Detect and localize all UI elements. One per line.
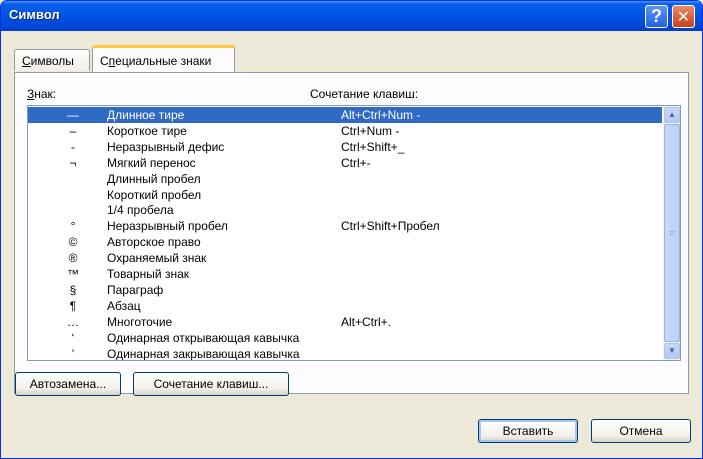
list-item[interactable]: ‘ Одинарная открывающая кавычка <box>28 330 662 346</box>
list-item[interactable]: © Авторское право <box>28 234 662 250</box>
list-item[interactable]: § Параграф <box>28 282 662 298</box>
special-characters-panel: Знак: Сочетание клавиш: — Длинное тире Alt… <box>14 72 689 394</box>
item-symbol: § <box>69 282 77 297</box>
list-item[interactable]: 1/4 пробела <box>28 202 662 218</box>
list-item[interactable]: ® Охраняемый знак <box>28 250 662 266</box>
list-item[interactable]: – Короткое тире Ctrl+Num - <box>28 123 662 139</box>
item-name: Короткий пробел <box>107 187 202 202</box>
item-shortcut: Alt+Ctrl+. <box>341 314 392 329</box>
item-shortcut: Alt+Ctrl+Num - <box>341 108 421 122</box>
item-symbol: © <box>68 235 78 250</box>
dialog-client: Символы Специальные знаки Знак: Сочетани… <box>4 31 699 457</box>
tab-symbols-accel: С <box>22 54 31 68</box>
item-name: Неразрывный дефис <box>107 139 225 154</box>
list-item[interactable]: - Неразрывный дефис Ctrl+Shift+_ <box>28 139 662 155</box>
item-name: Неразрывный пробел <box>107 219 228 234</box>
scroll-down-button[interactable]: ▼ <box>664 343 680 359</box>
item-symbol: - <box>71 139 75 154</box>
item-symbol: ’ <box>71 346 75 361</box>
insert-button[interactable]: Вставить <box>478 419 578 443</box>
item-shortcut: Ctrl+Shift+Пробел <box>341 219 440 234</box>
tab-special-characters[interactable]: Специальные знаки <box>92 45 235 72</box>
vertical-scrollbar[interactable]: ▲ ≡ ▼ <box>663 106 680 360</box>
close-icon: ✕ <box>676 8 691 26</box>
item-shortcut: Ctrl+- <box>341 155 371 170</box>
list-item[interactable]: Короткий пробел <box>28 187 662 203</box>
item-name: Абзац <box>107 298 141 313</box>
special-characters-list[interactable]: — Длинное тире Alt+Ctrl+Num - – Короткое тир… <box>27 105 681 361</box>
list-item[interactable]: ™ Товарный знак <box>28 266 662 282</box>
item-symbol: ¶ <box>69 298 77 313</box>
list-item[interactable]: — Длинное тире Alt+Ctrl+Num - <box>28 107 662 123</box>
shortcut-column-label: Сочетание клавиш: <box>310 87 419 101</box>
list-item[interactable]: Длинный пробел <box>28 171 662 187</box>
window-title: Символ <box>9 7 60 22</box>
scroll-thumb[interactable]: ≡ <box>664 124 680 342</box>
list-item[interactable]: ° Неразрывный пробел Ctrl+Shift+Пробел <box>28 218 662 234</box>
item-name: Товарный знак <box>107 267 189 281</box>
item-name: Мягкий перенос <box>107 155 196 170</box>
item-name: Одинарная закрывающая кавычка <box>107 346 300 361</box>
symbol-dialog: Символ ? ✕ Символы Специальные знаки Зна… <box>0 0 703 459</box>
list-item[interactable]: ¬ Мягкий перенос Ctrl+- <box>28 155 662 171</box>
item-symbol: … <box>67 314 79 329</box>
list-item[interactable]: ’ Одинарная закрывающая кавычка <box>28 346 662 361</box>
item-name: 1/4 пробела <box>107 203 174 218</box>
sign-column-label: Знак: <box>27 87 56 101</box>
tab-symbols-label: имволы <box>30 54 74 68</box>
item-shortcut: Ctrl+Num - <box>341 123 400 138</box>
item-name: Многоточие <box>107 314 173 329</box>
item-name: Охраняемый знак <box>107 251 207 266</box>
item-name: Длинное тире <box>107 108 185 122</box>
scroll-up-button[interactable]: ▲ <box>664 107 680 123</box>
sign-label-rest: нак: <box>34 87 57 101</box>
item-name: Одинарная открывающая кавычка <box>107 330 300 345</box>
grip-icon: ≡ <box>669 228 675 238</box>
item-name: Длинный пробел <box>107 171 201 186</box>
item-name: Параграф <box>107 282 164 297</box>
cancel-button[interactable]: Отмена <box>591 419 691 443</box>
list-item[interactable]: … Многоточие Alt+Ctrl+. <box>28 314 662 330</box>
item-name: Короткое тире <box>107 123 187 138</box>
tab-symbols[interactable]: Символы <box>14 49 90 71</box>
title-bar[interactable]: Символ ? ✕ <box>1 1 702 31</box>
question-mark-icon: ? <box>651 6 662 26</box>
autocorrect-button[interactable]: Автозамена... <box>15 372 121 396</box>
item-symbol: ® <box>68 251 78 266</box>
item-shortcut: Ctrl+Shift+_ <box>341 139 405 154</box>
tab-special-label: ециальные знаки <box>115 54 212 68</box>
list-item[interactable]: ¶ Абзац <box>28 298 662 314</box>
item-symbol: — <box>67 108 79 122</box>
item-symbol: ¬ <box>69 155 77 170</box>
item-symbol: ‘ <box>71 330 75 345</box>
help-button[interactable]: ? <box>645 5 668 28</box>
tab-special-prefix: С <box>100 54 109 68</box>
close-button[interactable]: ✕ <box>672 5 695 28</box>
item-symbol: – <box>69 123 77 138</box>
item-symbol: ° <box>70 219 76 234</box>
item-name: Авторское право <box>107 235 201 250</box>
item-symbol: ™ <box>67 267 79 281</box>
shortcut-key-button[interactable]: Сочетание клавиш... <box>133 372 289 396</box>
arrow-up-icon: ▲ <box>668 110 676 119</box>
arrow-down-icon: ▼ <box>668 346 676 355</box>
